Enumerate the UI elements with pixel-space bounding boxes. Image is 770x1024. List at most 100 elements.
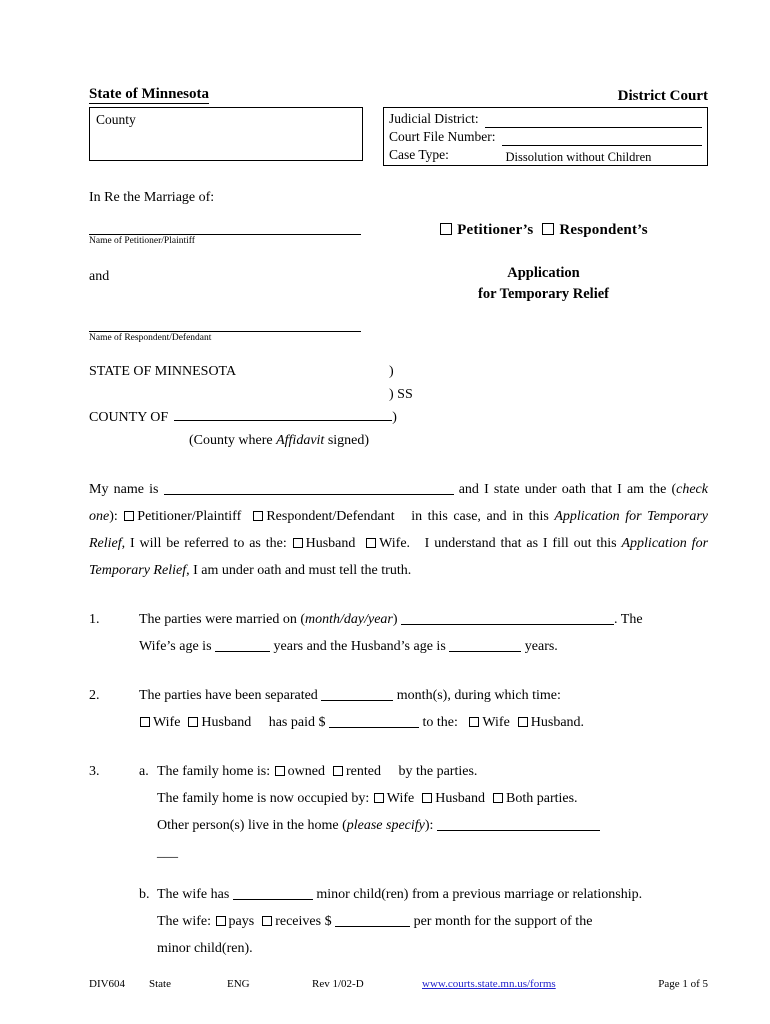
checkbox-occupied-husband[interactable] [422, 793, 433, 803]
item-3a-other-persons-field[interactable] [436, 816, 600, 831]
item-3a-line-4[interactable]: ___ [157, 839, 708, 866]
party-selection-row: Petitioner’s Respondent’s [379, 222, 708, 239]
item-1-husband-age-field[interactable] [449, 637, 522, 652]
item-3a-text-a: The family home is: [157, 764, 274, 779]
checkbox-husband[interactable] [292, 538, 303, 548]
item-3b-line-2: The wife: pays receives $ per month for … [157, 908, 708, 935]
item-3b-receives-label: receives [275, 914, 322, 929]
item-2: 2. The parties have been separated month… [89, 682, 708, 736]
item-3a-husband-label: Husband [435, 791, 485, 806]
item-3b-text-b: minor child(ren) from a previous marriag… [312, 887, 643, 902]
petitioner-name-line[interactable] [89, 208, 361, 235]
county-label: County [96, 112, 136, 127]
venue-block: STATE OF MINNESOTA ) ) SS COUNTY OF ) (C… [89, 360, 708, 452]
court-title: District Court [617, 88, 708, 104]
venue-paren-close: ) [392, 410, 397, 425]
court-file-number-label: Court File Number: [389, 129, 496, 144]
checkbox-item2-wife-2[interactable] [469, 717, 480, 727]
item-1-text-f: years. [521, 639, 558, 654]
item-2-wife-label: Wife [153, 715, 181, 730]
item-1-date-format: month/day/year [304, 612, 393, 627]
checkbox-home-owned[interactable] [274, 766, 285, 776]
venue-county-row: COUNTY OF ) [89, 406, 708, 429]
item-1-number: 1. [89, 612, 100, 627]
checkbox-item2-wife[interactable] [140, 717, 150, 727]
item-3b-text-e: per month for the support of the [410, 914, 593, 929]
venue-ss-spacer [89, 383, 389, 406]
document-header: State of Minnesota District Court [89, 86, 708, 104]
venue-county-field[interactable] [174, 406, 393, 421]
venue-ss-row: ) SS [89, 383, 708, 406]
oath-text-d: in this case, and in this [411, 509, 555, 524]
item-2-amount-field[interactable] [328, 713, 419, 728]
item-2-line-2: Wife Husband has paid $ to the: Wife Hus… [139, 709, 708, 736]
item-1-line-1: The parties were married on (month/day/y… [139, 606, 708, 633]
checkbox-occupied-wife[interactable] [373, 793, 384, 803]
checkbox-petitioner-plaintiff[interactable] [124, 511, 135, 521]
document-title-line1: Application [507, 265, 580, 281]
footer-form-number: DIV604 [89, 978, 126, 990]
item-3a-letter: a. [139, 764, 149, 779]
petitioner-name-caption: Name of Petitioner/Plaintiff [89, 236, 195, 246]
checkbox-home-rented[interactable] [332, 766, 343, 776]
checkbox-wife[interactable] [366, 538, 377, 548]
judicial-district-label: Judicial District: [389, 111, 479, 126]
county-box[interactable]: County [89, 107, 363, 161]
item-1-text-b: ) [392, 612, 402, 627]
item-2-months-field[interactable] [321, 686, 394, 701]
item-2-text-c: has paid $ [268, 715, 329, 730]
item-1-wife-age-field[interactable] [215, 637, 271, 652]
caption-document-title: Petitioner’s Respondent’s Application fo… [379, 188, 708, 344]
oath-text-b: and I state under oath that I am the ( [453, 482, 677, 497]
checkbox-respondents[interactable] [542, 223, 555, 235]
item-1-date-field[interactable] [401, 610, 615, 625]
court-file-number-field[interactable] [501, 130, 702, 146]
item-3b-text-c: The wife: [157, 914, 215, 929]
venue-county-note: (County where Affidavit signed) [189, 429, 708, 452]
checkbox-occupied-both[interactable] [493, 793, 503, 803]
oath-respondent-label: Respondent/Defendant [266, 509, 395, 524]
caption-parties: In Re the Marriage of: Name of Petitione… [89, 188, 379, 344]
respondents-label: Respondent’s [559, 222, 648, 238]
footer-language: ENG [227, 978, 250, 990]
document-page: State of Minnesota District Court County… [0, 0, 770, 1024]
checkbox-wife-pays[interactable] [215, 916, 226, 926]
oath-wife-label: Wife. [379, 536, 411, 551]
checkbox-item2-husband-2[interactable] [517, 717, 528, 727]
petitioners-label: Petitioner’s [457, 222, 534, 238]
item-3b-children-count-field[interactable] [232, 885, 313, 900]
footer-url[interactable]: www.courts.state.mn.us/forms [422, 978, 613, 990]
item-3a-line-2: The family home is now occupied by: Wife… [157, 785, 708, 812]
item-2-text-d: to the: [418, 715, 462, 730]
item-2-husband-label-2: Husband. [530, 715, 585, 730]
judicial-district-row: Judicial District: [389, 110, 702, 128]
item-3a-both-label: Both parties. [506, 791, 578, 806]
venue-note-affidavit: Affidavit [276, 433, 325, 448]
footer-revision: Rev 1/02-D [312, 978, 364, 990]
item-1-text-c: . The [614, 612, 643, 627]
caption-block: In Re the Marriage of: Name of Petitione… [89, 188, 708, 344]
in-re-label: In Re the Marriage of: [89, 190, 215, 205]
oath-text-c: ): [109, 509, 124, 524]
checkbox-respondent-defendant[interactable] [253, 511, 264, 521]
checkbox-wife-receives[interactable] [262, 916, 273, 926]
checkbox-item2-husband[interactable] [188, 717, 199, 727]
item-1-text-a: The parties were married on ( [139, 612, 305, 627]
item-3b-support-amount-field[interactable] [335, 912, 411, 927]
oath-text-g: , I am under oath and must tell the trut… [186, 563, 412, 578]
page-footer: DIV604 State ENG Rev 1/02-D www.courts.s… [89, 978, 708, 990]
venue-ss-label: ) SS [389, 387, 413, 402]
case-type-value[interactable]: Dissolution without Children [455, 149, 702, 164]
item-3a: a. The family home is: owned rented by t… [139, 758, 708, 866]
oath-name-field[interactable] [163, 480, 454, 495]
footer-scope: State [149, 978, 171, 990]
judicial-district-field[interactable] [484, 112, 702, 128]
item-2-husband-label: Husband [201, 715, 252, 730]
respondent-name-line[interactable] [89, 305, 361, 332]
footer-url-link[interactable]: www.courts.state.mn.us/forms [422, 978, 556, 990]
venue-state-label: STATE OF MINNESOTA [89, 364, 237, 379]
item-3a-line-3: Other person(s) live in the home (please… [157, 812, 708, 839]
item-2-line-1: The parties have been separated month(s)… [139, 682, 708, 709]
item-3b: b. The wife has minor child(ren) from a … [139, 881, 708, 962]
checkbox-petitioners[interactable] [440, 223, 453, 235]
